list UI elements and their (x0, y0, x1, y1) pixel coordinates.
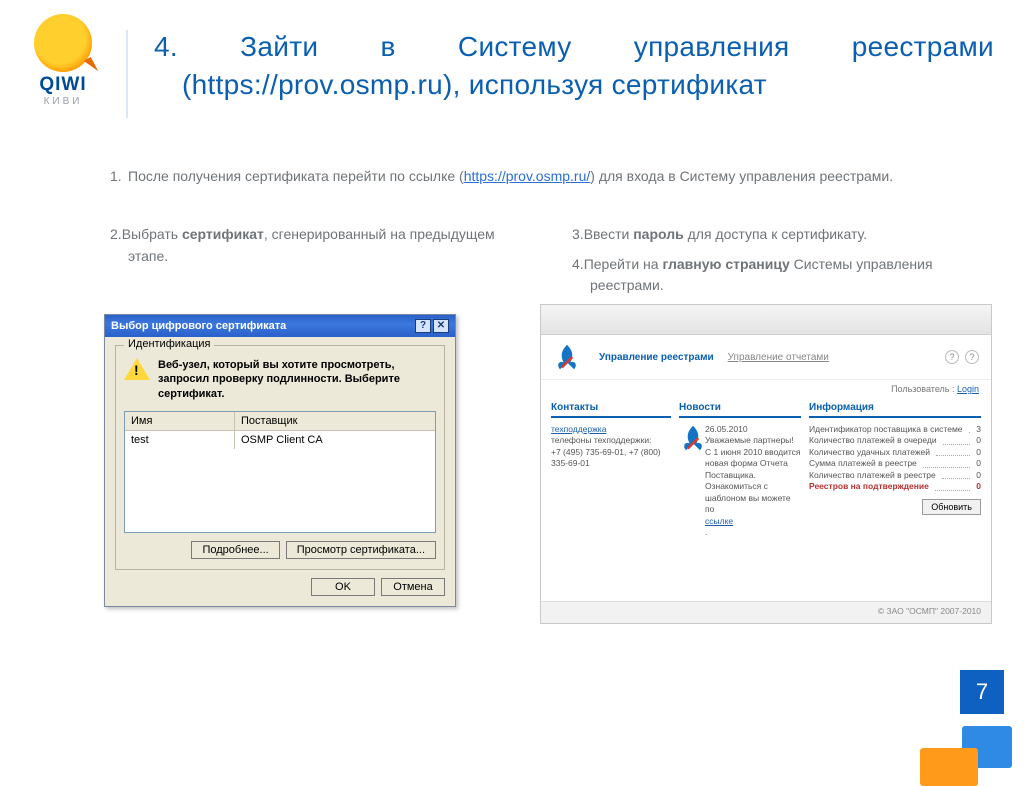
user-login-link[interactable]: Login (957, 384, 979, 394)
news-title: Новости (679, 402, 801, 418)
portal-header: Управление реестрами Управление отчетами… (541, 335, 991, 380)
contacts-card: Контакты техподдержка телефоны техподдер… (551, 402, 671, 539)
view-cert-button[interactable]: Просмотр сертификата... (286, 541, 436, 559)
page-number: 7 (960, 670, 1004, 714)
cert-dialog: Выбор цифрового сертификата ? ✕ Идентифи… (104, 314, 456, 607)
title-divider (126, 30, 128, 118)
info-warning-row: Реестров на подтверждение0 (809, 481, 981, 492)
user-bar: Пользователь : Login (541, 380, 991, 398)
info-icon[interactable]: ? (965, 350, 979, 364)
info-row: Количество платежей в реестре0 (809, 470, 981, 481)
brand-block: QIWI КИВИ (34, 14, 92, 107)
list-item[interactable]: test OSMP Client CA (125, 431, 435, 449)
portal-link[interactable]: https://prov.osmp.ru/ (464, 168, 591, 184)
info-row: Количество удачных платежей0 (809, 447, 981, 458)
title-line1: 4. Зайти в Систему управления реестрами (154, 31, 994, 62)
brand-sub: КИВИ (34, 96, 92, 107)
contacts-title: Контакты (551, 402, 671, 418)
brand-name: QIWI (34, 74, 92, 96)
info-card: Информация Идентификатор поставщика в си… (809, 402, 981, 539)
more-info-button[interactable]: Подробнее... (191, 541, 279, 559)
list-header: Имя Поставщик (125, 412, 435, 431)
dialog-title: Выбор цифрового сертификата (111, 320, 286, 332)
news-logo-icon (679, 424, 699, 444)
decorative-boxes (898, 716, 1018, 786)
ok-button[interactable]: OK (311, 578, 375, 596)
step-3: 3.Ввести пароль для доступа к сертификат… (572, 224, 984, 246)
page-title: 4. Зайти в Систему управления реестрами … (154, 28, 994, 104)
info-row: Идентификатор поставщика в системе3 (809, 424, 981, 435)
warning-icon (124, 358, 150, 382)
dialog-message: Веб-узел, который вы хотите просмотреть,… (158, 358, 436, 401)
steps-row: 2.Выбрать сертификат, сгенерированный на… (110, 224, 984, 305)
cancel-button[interactable]: Отмена (381, 578, 445, 596)
title-line2: (https://prov.osmp.ru), используя сертиф… (154, 66, 994, 104)
step-2: 2.Выбрать сертификат, сгенерированный на… (110, 224, 522, 305)
help-button[interactable]: ? (415, 319, 431, 333)
step-1: 1.После получения сертификата перейти по… (110, 166, 984, 186)
news-card: Новости 26.05.2010 Уважаемые партнеры! С… (679, 402, 801, 539)
info-row: Количество платежей в очереди0 (809, 435, 981, 446)
info-row: Сумма платежей в реестре0 (809, 458, 981, 469)
tab-registries[interactable]: Управление реестрами (599, 352, 714, 363)
step-4: 4.Перейти на главную страницу Системы уп… (572, 254, 984, 297)
portal-window: Управление реестрами Управление отчетами… (540, 304, 992, 624)
qiwi-logo-icon (34, 14, 92, 72)
col-issuer: Поставщик (235, 412, 435, 430)
portal-footer: © ЗАО "ОСМП" 2007-2010 (541, 601, 991, 623)
news-link[interactable]: ссылке (705, 516, 801, 527)
browser-chrome (541, 305, 991, 335)
info-title: Информация (809, 402, 981, 418)
portal-logo-icon (553, 343, 581, 371)
group-legend: Идентификация (124, 338, 214, 350)
refresh-button[interactable]: Обновить (922, 499, 981, 515)
step-num-1: 1. (110, 166, 128, 186)
certificate-list[interactable]: Имя Поставщик test OSMP Client CA (124, 411, 436, 533)
support-link[interactable]: техподдержка (551, 424, 671, 435)
steps-right: 3.Ввести пароль для доступа к сертификат… (572, 224, 984, 305)
close-button[interactable]: ✕ (433, 319, 449, 333)
tab-reports[interactable]: Управление отчетами (728, 352, 829, 363)
identification-group: Идентификация Веб-узел, который вы хотит… (115, 345, 445, 570)
col-name: Имя (125, 412, 235, 430)
help-icon[interactable]: ? (945, 350, 959, 364)
dialog-titlebar: Выбор цифрового сертификата ? ✕ (105, 315, 455, 337)
